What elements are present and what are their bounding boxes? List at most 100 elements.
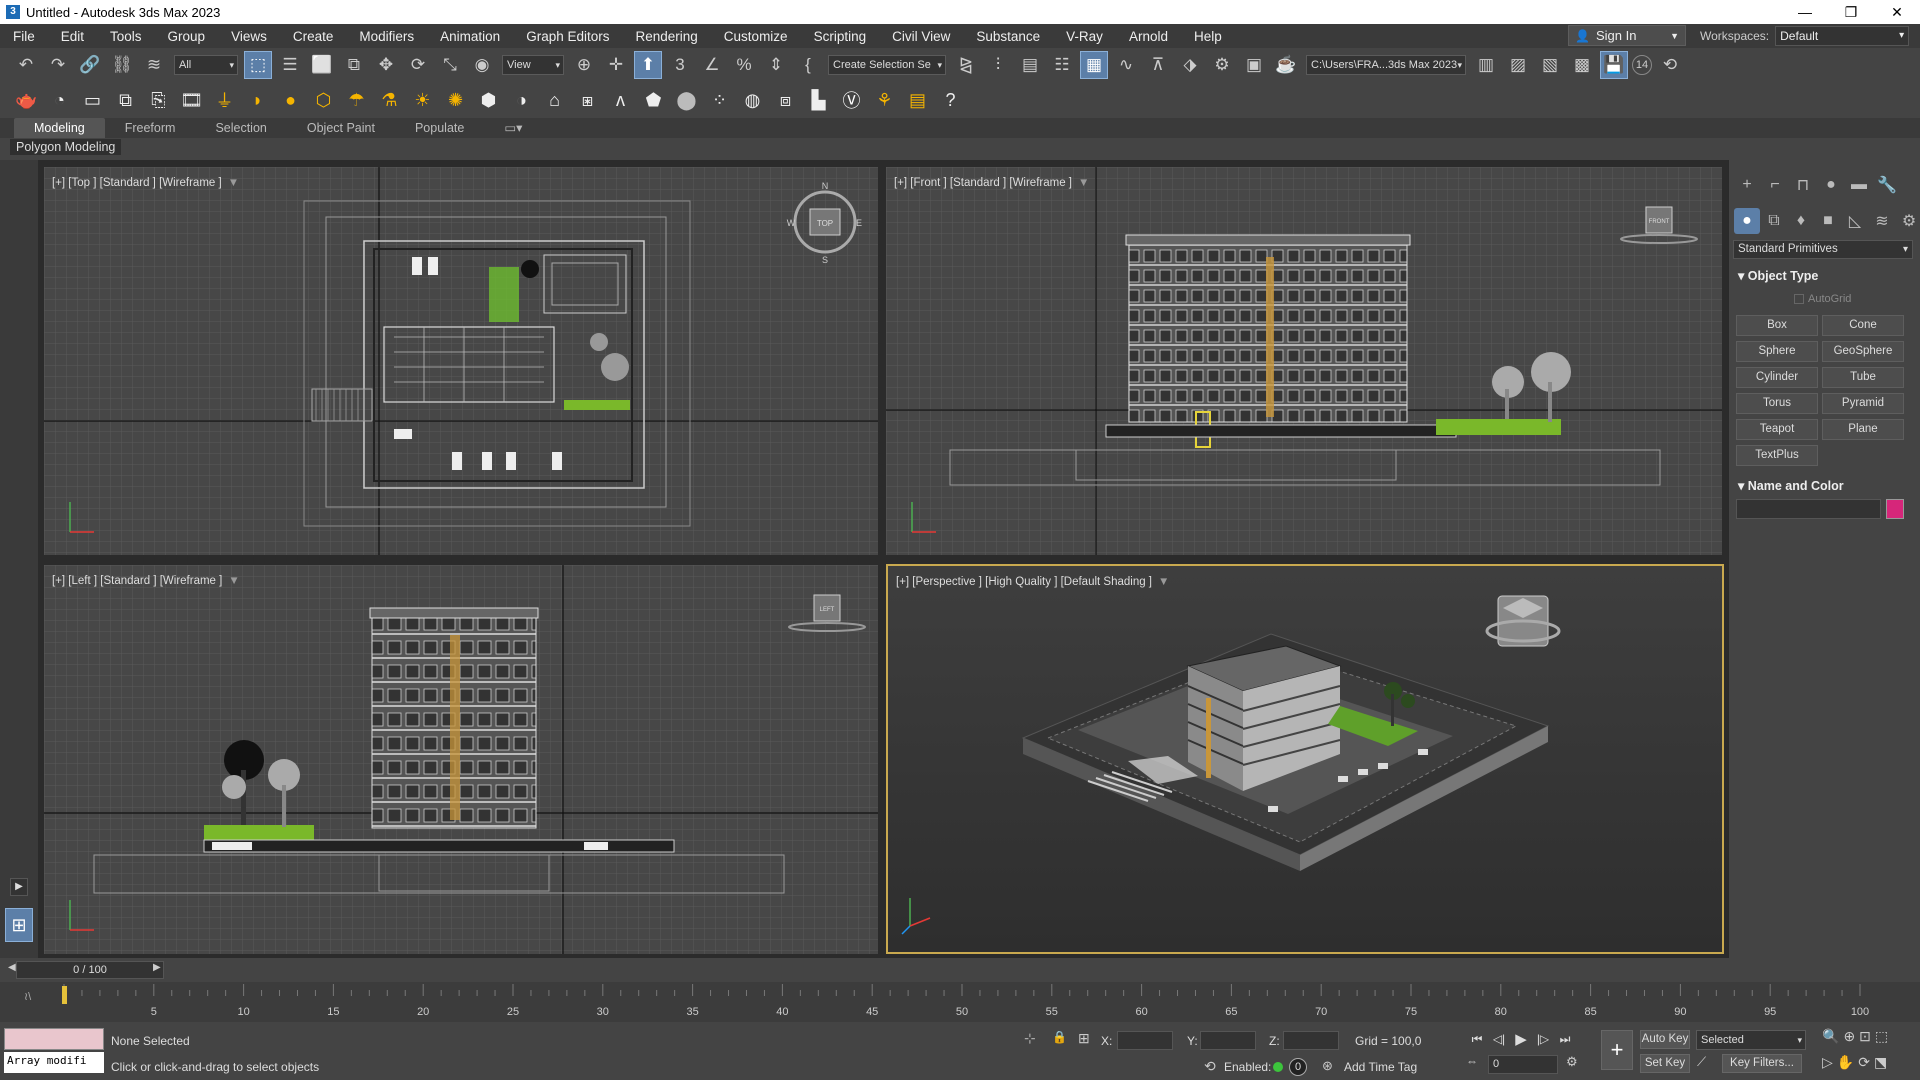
menu-animation[interactable]: Animation [427,29,513,44]
goto-end-icon[interactable]: ⏭ [1554,1028,1576,1050]
dome-light-icon[interactable]: ◗ [244,86,272,114]
viewport-left[interactable]: [+] [Left ] [Standard ] [Wireframe ] ▼ LE… [44,565,878,954]
pyramid-button[interactable]: Pyramid [1822,393,1904,414]
z-coordinate-field[interactable] [1283,1031,1339,1050]
film-icon[interactable]: 🎞 [178,86,206,114]
play-icon[interactable]: ▶ [1510,1028,1532,1050]
save-icon[interactable]: ▨ [1504,51,1532,79]
polygon-modeling-label[interactable]: Polygon Modeling [10,139,122,155]
mesh-light-icon[interactable]: ⬡ [310,86,338,114]
track-bar[interactable]: 5 10 15 20 25 30 35 40 45 50 55 60 65 70 75 80 85 90 95 100 [60,982,1920,1022]
ribbon-toggle-icon[interactable]: ▦ [1080,51,1108,79]
close-button[interactable]: ✕ [1874,4,1920,21]
maxscript-input[interactable]: Array modifi [4,1052,104,1073]
geometry-icon[interactable]: ● [1734,208,1760,234]
viewport-persp-label[interactable]: [+] [Perspective ] [High Quality ] [Defa… [896,576,1152,588]
zoom-extents-all-icon[interactable]: ⬚ [1875,1028,1888,1045]
align-icon[interactable]: ⫶ [984,51,1012,79]
add-time-tag-label[interactable]: Add Time Tag [1344,1060,1417,1074]
restore-button[interactable]: ❐ [1828,4,1874,21]
hierarchy-tab-icon[interactable]: ⊓ [1790,172,1816,198]
viewport-top[interactable]: [+] [Top ] [Standard ] [Wireframe ] ▼ TOP… [44,167,878,555]
viewport-left-label[interactable]: [+] [Left ] [Standard ] [Wireframe ] [52,575,222,587]
percent-snap-icon[interactable]: % [730,51,758,79]
enabled-status-dot[interactable] [1273,1062,1283,1072]
material-sphere-icon[interactable]: ⬤ [673,86,701,114]
x-coordinate-field[interactable] [1117,1031,1173,1050]
import-icon[interactable]: ▧ [1536,51,1564,79]
helpers-icon[interactable]: ◺ [1842,208,1868,234]
workspace-dropdown[interactable]: Default [1775,26,1910,46]
rect-selection-icon[interactable]: ⬜ [308,51,336,79]
tab-selection[interactable]: Selection [195,118,286,138]
menu-help[interactable]: Help [1181,29,1235,44]
isolate-icon[interactable]: ⊹ [1024,1030,1036,1047]
motion-tab-icon[interactable]: ● [1818,172,1844,198]
textplus-button[interactable]: TextPlus [1736,445,1818,466]
maximize-viewport-icon[interactable]: ⬔ [1874,1054,1887,1071]
sphere-button[interactable]: Sphere [1736,341,1818,362]
autogrid-checkbox[interactable]: AutoGrid [1794,293,1851,305]
select-object-icon[interactable]: ⬚ [244,51,272,79]
modify-tab-icon[interactable]: ⌐ [1762,172,1788,198]
plane-icon[interactable]: ⌂ [541,86,569,114]
display-tab-icon[interactable]: ▬ [1846,172,1872,198]
goto-start-icon[interactable]: ⏮ [1466,1028,1488,1050]
clipper-icon[interactable]: ⬟ [640,86,668,114]
enabled-counter-icon[interactable]: 0 [1289,1058,1307,1076]
tab-freeform[interactable]: Freeform [105,118,196,138]
angle-snap-icon[interactable]: ∠ [698,51,726,79]
menu-substance[interactable]: Substance [963,29,1053,44]
scale-icon[interactable]: ⤡ [436,51,464,79]
unlink-icon[interactable]: ⛓ [108,51,136,79]
slider-prev-icon[interactable]: ◀ [8,962,16,973]
primitive-type-dropdown[interactable]: Standard Primitives [1733,240,1913,259]
utilities-tab-icon[interactable]: 🔧 [1874,172,1900,198]
filter-icon[interactable]: ▼ [228,575,239,587]
box-button[interactable]: Box [1736,315,1818,336]
prev-frame-icon[interactable]: ◁| [1488,1028,1510,1050]
layer-explorer-icon[interactable]: ☷ [1048,51,1076,79]
render-setup-icon[interactable]: ⚙ [1208,51,1236,79]
menu-tools[interactable]: Tools [97,29,155,44]
viewport-front-label[interactable]: [+] [Front ] [Standard ] [Wireframe ] [894,177,1072,189]
vray-icon[interactable]: Ⓥ [838,86,866,114]
object-color-swatch[interactable] [1886,499,1904,519]
menu-customize[interactable]: Customize [711,29,801,44]
time-slider[interactable]: 0 / 100 [16,961,164,979]
window-crossing-icon[interactable]: ⧉ [340,51,368,79]
log-icon[interactable]: ▤ [904,86,932,114]
auto-key-button[interactable]: Auto Key [1640,1030,1690,1049]
orbit-icon[interactable]: ⟳ [1858,1054,1870,1071]
cone-button[interactable]: Cone [1822,315,1904,336]
key-mode-dropdown[interactable]: Selected [1696,1030,1806,1050]
keyboard-shortcut-icon[interactable]: ⬆ [634,51,662,79]
viewport-layout-icon[interactable]: ⊞ [5,908,33,942]
project-folder-dropdown[interactable]: C:\Users\FRA...3ds Max 2023 [1306,55,1466,75]
mirror-icon[interactable]: ⧎ [952,51,980,79]
tab-populate[interactable]: Populate [395,118,484,138]
maxscript-listener-pink[interactable] [4,1028,104,1050]
minimize-button[interactable]: — [1782,4,1828,21]
filter-icon[interactable]: ▼ [1158,576,1169,588]
time-config-icon[interactable]: ⚙ [1566,1054,1578,1070]
time-tag-icon[interactable]: ⊛ [1322,1058,1333,1074]
menu-rendering[interactable]: Rendering [623,29,711,44]
viewport-front[interactable]: [+] [Front ] [Standard ] [Wireframe ] ▼ F… [886,167,1722,555]
schematic-view-icon[interactable]: ⊼ [1144,51,1172,79]
box-icon[interactable]: ▭ [79,86,107,114]
create-tab-icon[interactable]: + [1734,172,1760,198]
tab-modeling[interactable]: Modeling [14,118,105,138]
name-color-rollout[interactable]: ▾ Name and Color [1738,478,1844,493]
menu-vray[interactable]: V-Ray [1053,29,1116,44]
viewport-perspective[interactable]: [+] [Perspective ] [High Quality ] [Defa… [886,564,1724,954]
key-filters-button[interactable]: Key Filters... [1722,1054,1802,1073]
lighting-analysis-icon[interactable]: ▙ [805,86,833,114]
menu-create[interactable]: Create [280,29,347,44]
torus-icon[interactable]: ◔ [46,86,74,114]
select-by-name-icon[interactable]: ☰ [276,51,304,79]
decal-icon[interactable]: ⧆ [574,86,602,114]
material-convert-icon[interactable]: ⧈ [772,86,800,114]
menu-scripting[interactable]: Scripting [801,29,880,44]
refresh-icon[interactable]: ⟲ [1656,51,1684,79]
